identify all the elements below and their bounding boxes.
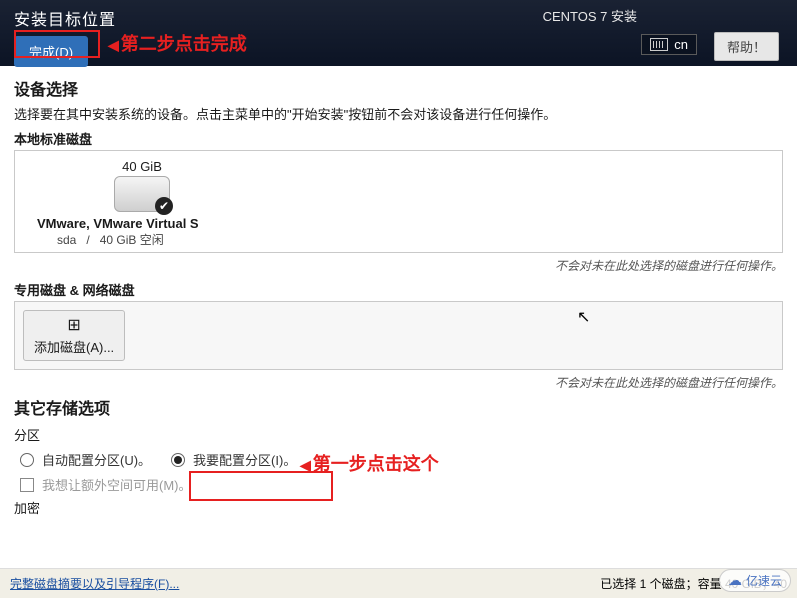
- partition-heading: 分区: [14, 425, 783, 444]
- disk-sep: /: [86, 233, 89, 247]
- disk-name: VMware, VMware Virtual S: [27, 216, 257, 231]
- keyboard-indicator[interactable]: cn: [641, 34, 697, 55]
- disk-capacity: 40 GiB: [27, 159, 257, 174]
- extra-space-row: 我想让额外空间可用(M)。: [20, 475, 783, 494]
- watermark: ☁ 亿速云: [719, 569, 791, 592]
- radio-auto-label: 自动配置分区(U)。: [42, 450, 151, 469]
- encrypt-heading: 加密: [14, 498, 783, 517]
- disk-details: sda / 40 GiB 空闲: [27, 231, 257, 248]
- check-icon: ✔: [155, 197, 173, 215]
- no-action-note-2: 不会对未在此处选择的磁盘进行任何操作。: [14, 374, 783, 391]
- add-disk-label: 添加磁盘(A)...: [34, 337, 114, 356]
- special-disk-heading: 专用磁盘 & 网络磁盘: [14, 280, 783, 299]
- watermark-text: 亿速云: [746, 572, 782, 589]
- cloud-icon: ☁: [728, 572, 742, 589]
- add-icon: ⊞: [67, 315, 80, 335]
- device-desc: 选择要在其中安装系统的设备。点击主菜单中的"开始安装"按钮前不会对该设备进行任何…: [14, 104, 783, 123]
- disk-free: 40 GiB 空闲: [100, 233, 164, 247]
- top-bar: 安装目标位置 CENTOS 7 安装 完成(D) 第二步点击完成 cn 帮助！: [0, 0, 797, 66]
- keyboard-icon: [650, 38, 668, 51]
- special-disk-panel: ⊞ 添加磁盘(A)...: [14, 301, 783, 370]
- radio-auto-partition[interactable]: [20, 453, 34, 467]
- local-disk-heading: 本地标准磁盘: [14, 129, 783, 148]
- annotation-step1: 第一步点击这个: [300, 450, 439, 476]
- help-button[interactable]: 帮助！: [714, 32, 779, 61]
- installer-name: CENTOS 7 安装: [543, 6, 637, 25]
- local-disk-panel: 40 GiB ✔ VMware, VMware Virtual S sda / …: [14, 150, 783, 253]
- bottom-bar: 完整磁盘摘要以及引导程序(F)... 已选择 1 个磁盘；容量 40 GiB；4…: [0, 568, 797, 598]
- annotation-step2: 第二步点击完成: [108, 30, 247, 56]
- screen-title: 安装目标位置: [14, 6, 783, 30]
- disk-item[interactable]: 40 GiB ✔ VMware, VMware Virtual S sda / …: [27, 159, 257, 248]
- disk-id: sda: [57, 233, 76, 247]
- no-action-note-1: 不会对未在此处选择的磁盘进行任何操作。: [14, 257, 783, 274]
- checkbox-extra-label: 我想让额外空间可用(M)。: [42, 475, 192, 494]
- mouse-cursor-icon: ↖: [577, 307, 590, 327]
- harddrive-icon: ✔: [114, 176, 170, 212]
- storage-heading: 其它存储选项: [14, 395, 783, 419]
- device-heading: 设备选择: [14, 76, 783, 100]
- checkbox-extra-space[interactable]: [20, 478, 34, 492]
- keyboard-lang: cn: [674, 37, 688, 52]
- radio-custom-label: 我要配置分区(I)。: [193, 450, 296, 469]
- disk-summary-link[interactable]: 完整磁盘摘要以及引导程序(F)...: [10, 575, 179, 592]
- done-button[interactable]: 完成(D): [14, 36, 88, 67]
- radio-custom-partition[interactable]: [171, 453, 185, 467]
- add-disk-button[interactable]: ⊞ 添加磁盘(A)...: [23, 310, 125, 361]
